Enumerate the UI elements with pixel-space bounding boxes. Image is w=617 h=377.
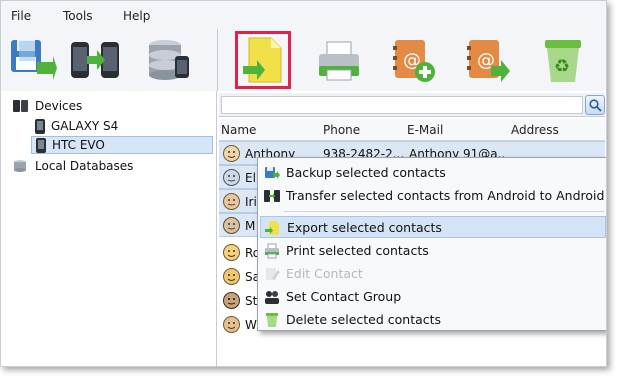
printer-icon <box>319 41 359 81</box>
toolbar: @ @ ♻ <box>1 29 606 91</box>
floppy-disk-icon <box>11 40 57 80</box>
cell-name: Iri <box>245 195 257 209</box>
column-header-name[interactable]: Name <box>221 123 256 137</box>
address-book-add-icon: @ <box>393 40 435 82</box>
tree-device-galaxy-label: GALAXY S4 <box>51 119 119 133</box>
context-menu-delete[interactable]: Delete selected contacts <box>260 309 606 331</box>
export-file-icon <box>243 37 282 83</box>
toolbar-separator <box>217 29 218 91</box>
avatar <box>223 217 240 234</box>
transfer-toolbar-button[interactable] <box>67 31 123 89</box>
context-menu: Backup selected contacts Transfer select… <box>257 157 606 331</box>
context-menu-print[interactable]: Print selected contacts <box>260 240 606 262</box>
menubar: File Tools Help <box>1 1 606 29</box>
context-menu-print-label: Print selected contacts <box>286 243 429 258</box>
database-icon <box>149 40 189 80</box>
search-button[interactable] <box>585 95 605 115</box>
context-menu-separator <box>284 211 604 212</box>
edit-icon <box>266 268 280 280</box>
avatar <box>223 316 240 333</box>
search-input[interactable] <box>221 96 583 114</box>
avatar <box>223 292 240 309</box>
device-tree: Devices GALAXY S4 HTC EVO Local Database… <box>1 91 217 366</box>
context-menu-transfer[interactable]: Transfer selected contacts from Android … <box>260 185 606 207</box>
tree-local-databases[interactable]: Local Databases <box>13 157 133 175</box>
context-menu-export-label: Export selected contacts <box>287 220 442 235</box>
menu-help[interactable]: Help <box>123 9 150 23</box>
context-menu-backup[interactable]: Backup selected contacts <box>260 162 606 184</box>
cell-name: El <box>245 171 256 185</box>
context-menu-set-group-label: Set Contact Group <box>286 289 402 304</box>
send-contact-toolbar-button[interactable]: @ <box>459 31 515 89</box>
column-header-phone[interactable]: Phone <box>323 123 360 137</box>
menu-file[interactable]: File <box>11 9 31 23</box>
delete-toolbar-button[interactable]: ♻ <box>535 31 591 89</box>
tree-local-databases-label: Local Databases <box>35 159 134 173</box>
app-window: File Tools Help @ @ ♻ Devices GALAXY S4 … <box>0 0 607 367</box>
contacts-table-header: Name Phone E-Mail Address <box>219 119 605 141</box>
context-menu-edit-contact[interactable]: Edit Contact <box>260 263 606 285</box>
phone-icon <box>35 118 45 134</box>
add-contact-toolbar-button[interactable]: @ <box>385 31 441 89</box>
database-toolbar-button[interactable] <box>141 31 197 89</box>
avatar <box>223 145 240 162</box>
context-menu-export[interactable]: Export selected contacts <box>260 216 606 238</box>
address-book-export-icon: @ <box>467 40 510 82</box>
svg-text:♻: ♻ <box>554 56 570 77</box>
recycle-bin-icon <box>266 313 278 327</box>
tree-devices[interactable]: Devices <box>13 97 82 115</box>
export-file-icon <box>265 221 279 235</box>
avatar <box>223 193 240 210</box>
print-toolbar-button[interactable] <box>311 31 367 89</box>
tree-devices-label: Devices <box>35 99 83 113</box>
export-toolbar-button[interactable] <box>235 31 291 89</box>
devices-icon <box>13 100 28 112</box>
avatar <box>223 268 240 285</box>
context-menu-delete-label: Delete selected contacts <box>286 312 442 327</box>
column-header-email[interactable]: E-Mail <box>407 123 443 137</box>
column-header-address[interactable]: Address <box>511 123 559 137</box>
context-menu-set-group[interactable]: Set Contact Group <box>260 286 606 308</box>
backup-icon <box>265 167 280 179</box>
database-icon <box>14 160 26 172</box>
context-menu-edit-contact-label: Edit Contact <box>286 266 363 281</box>
phones-transfer-icon <box>71 42 119 78</box>
tree-device-galaxy[interactable]: GALAXY S4 <box>35 117 118 135</box>
backup-toolbar-button[interactable] <box>5 31 61 89</box>
avatar <box>223 244 240 261</box>
context-menu-backup-label: Backup selected contacts <box>286 165 446 180</box>
avatar <box>223 169 240 186</box>
menu-tools[interactable]: Tools <box>63 9 93 23</box>
context-menu-transfer-label: Transfer selected contacts from Android … <box>286 188 605 203</box>
tree-device-htc-label: HTC EVO <box>52 138 105 152</box>
phone-icon <box>36 137 46 153</box>
search-icon <box>588 98 602 112</box>
phones-transfer-icon <box>264 190 280 202</box>
group-icon <box>265 291 279 304</box>
recycle-bin-icon: ♻ <box>545 40 581 82</box>
printer-icon <box>265 243 279 259</box>
tree-device-htc[interactable]: HTC EVO <box>31 136 213 154</box>
search-bar <box>219 93 605 117</box>
cell-name: M <box>245 219 256 233</box>
